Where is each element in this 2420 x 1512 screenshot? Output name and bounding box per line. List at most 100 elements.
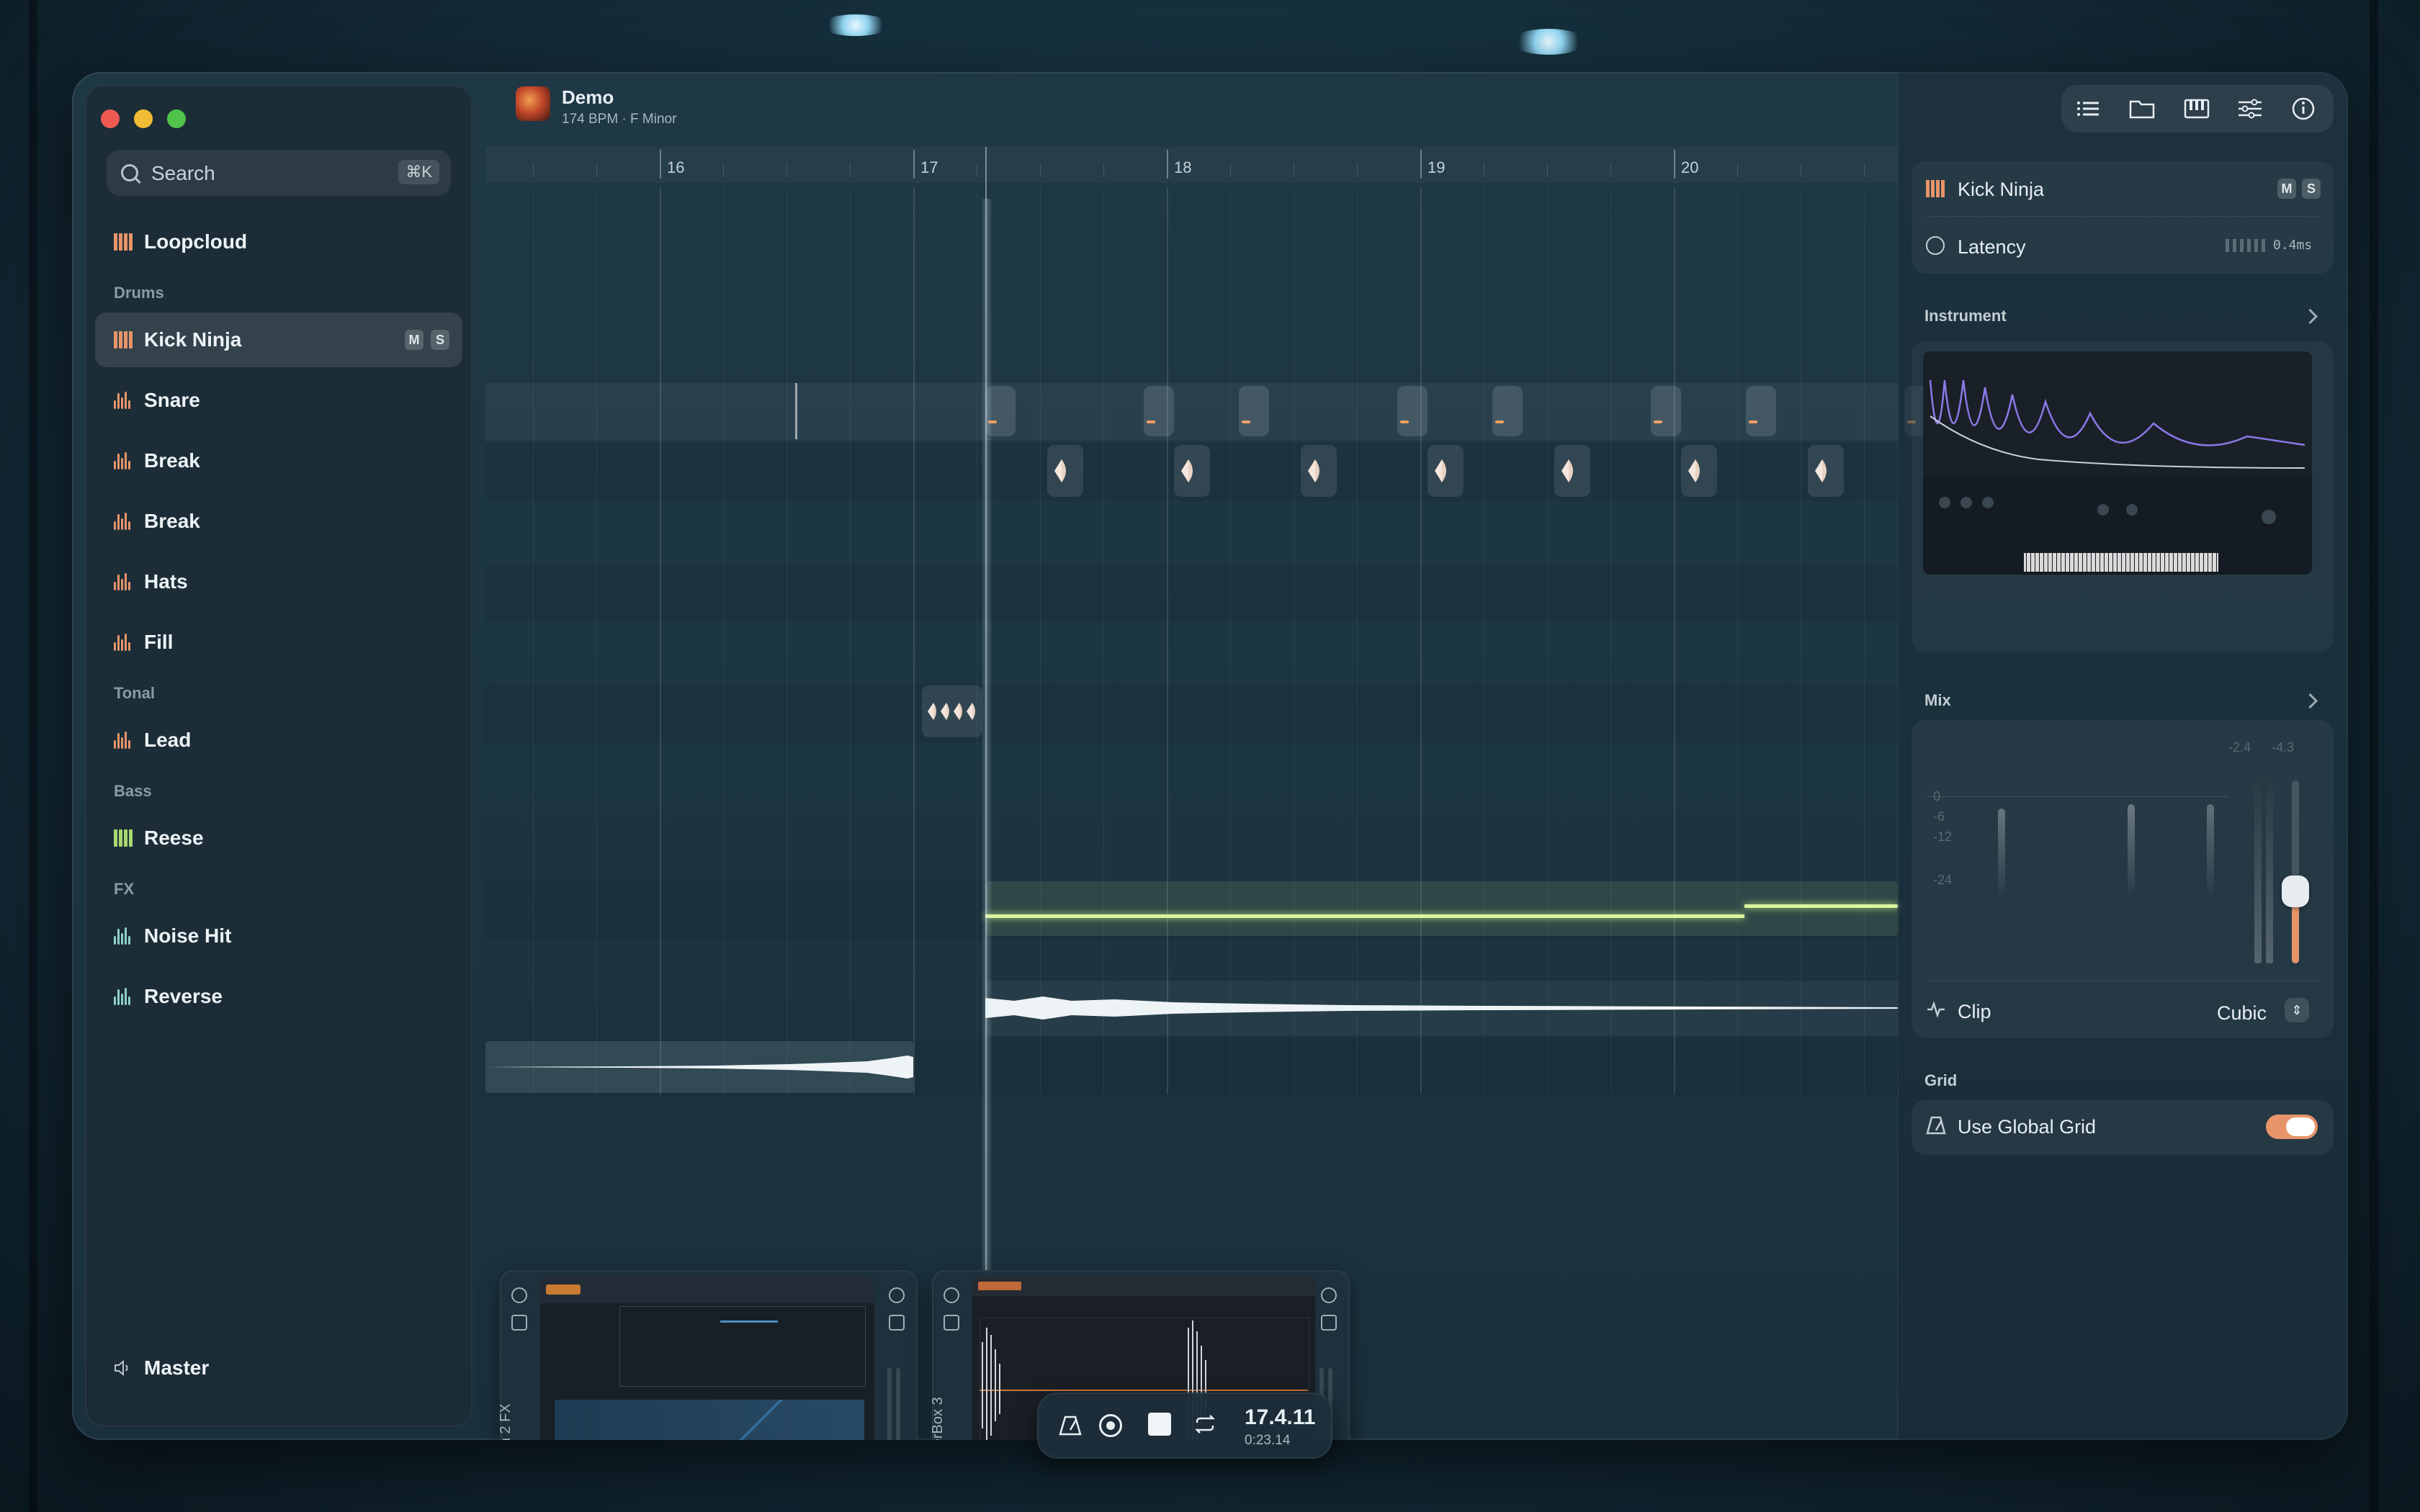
- audio-clip[interactable]: [1428, 445, 1464, 497]
- sidebar-item-noise-hit[interactable]: Noise Hit: [95, 909, 462, 963]
- plugin-io-icon[interactable]: [944, 1315, 959, 1331]
- sidebar-item-reverse[interactable]: Reverse: [95, 969, 462, 1024]
- sidebar-item-loopcloud[interactable]: Loopcloud: [95, 215, 462, 269]
- list-icon[interactable]: [2074, 95, 2103, 122]
- audio-clip[interactable]: [1554, 445, 1590, 497]
- bar-number: 17: [920, 158, 938, 176]
- close-window-button[interactable]: [101, 109, 120, 128]
- instrument-preview[interactable]: [1912, 341, 2334, 652]
- level-meter: [2266, 780, 2273, 963]
- audio-clip[interactable]: [1808, 445, 1844, 497]
- track-lane-break[interactable]: [485, 504, 1899, 562]
- midi-clip-reese[interactable]: [985, 881, 1899, 936]
- midi-clip[interactable]: [1144, 386, 1174, 436]
- toggle-knob: [2286, 1117, 2315, 1136]
- audio-clip-fill[interactable]: [922, 685, 982, 737]
- plugin-io-icon[interactable]: [511, 1315, 527, 1331]
- power-icon[interactable]: [511, 1287, 527, 1303]
- transport-time: 0:23.14: [1245, 1433, 1291, 1448]
- piano-icon[interactable]: [2182, 95, 2211, 122]
- midi-clip[interactable]: [1397, 386, 1428, 436]
- plugin-name: ShaperBox 3: [932, 1397, 946, 1440]
- mute-button[interactable]: M: [2277, 179, 2296, 199]
- midi-clip[interactable]: [1651, 386, 1681, 436]
- menu-icon[interactable]: [1321, 1315, 1337, 1331]
- track-lane-lead[interactable]: [485, 783, 1899, 841]
- latency-row: Latency 0.4ms: [1912, 219, 2334, 274]
- playhead[interactable]: [981, 199, 992, 1279]
- plugin-screen[interactable]: [540, 1277, 874, 1440]
- transport-position[interactable]: 17.4.11: [1245, 1405, 1315, 1430]
- plugin-window-serum[interactable]: Serum 2 FX: [500, 1270, 918, 1440]
- audio-clip-noise-hit[interactable]: [985, 981, 1899, 1035]
- midi-clip[interactable]: [1239, 386, 1269, 436]
- sidebar-section-fx: FX: [114, 880, 135, 898]
- loop-icon[interactable]: [1193, 1413, 1217, 1439]
- track-lane-fill[interactable]: [485, 685, 1899, 743]
- audio-clip[interactable]: [1174, 445, 1210, 497]
- transport-bar: 17.4.11 0:23.14: [1037, 1392, 1332, 1459]
- sidebar-item-label: Reese: [144, 827, 204, 849]
- waveform-icon: [114, 392, 133, 409]
- sidebar-item-label: Reverse: [144, 985, 223, 1007]
- global-grid-toggle[interactable]: [2266, 1115, 2318, 1139]
- ceiling-light: [821, 14, 890, 36]
- metronome-icon[interactable]: [1059, 1414, 1082, 1441]
- audio-clip[interactable]: [1047, 445, 1083, 497]
- sliders-icon[interactable]: [2236, 95, 2264, 122]
- clip-mode-stepper[interactable]: ⇕: [2285, 998, 2309, 1022]
- zoom-window-button[interactable]: [167, 109, 186, 128]
- sidebar-item-break[interactable]: Break: [95, 433, 462, 488]
- settings-icon[interactable]: [889, 1287, 905, 1303]
- stop-button[interactable]: [1148, 1413, 1171, 1436]
- sidebar-item-break-2[interactable]: Break: [95, 494, 462, 549]
- fader-handle[interactable]: [2282, 876, 2309, 907]
- sidebar-item-snare[interactable]: Snare: [95, 373, 462, 428]
- info-icon[interactable]: [2289, 95, 2318, 122]
- audio-clip-reverse[interactable]: [485, 1041, 913, 1093]
- waveform-icon: [114, 573, 133, 590]
- record-button[interactable]: [1099, 1414, 1122, 1437]
- sidebar-item-hats[interactable]: Hats: [95, 554, 462, 609]
- audio-clip[interactable]: [1681, 445, 1717, 497]
- sidebar-item-lead[interactable]: Lead: [95, 713, 462, 768]
- timeline-ruler[interactable]: 16 17 18 19 20: [485, 147, 1899, 183]
- settings-icon[interactable]: [1321, 1287, 1337, 1303]
- volume-fader[interactable]: [2282, 780, 2309, 963]
- sidebar-item-kick-ninja[interactable]: Kick Ninja M S: [95, 312, 462, 367]
- mix-card: -2.4 -4.3 0 -6 -12 -24 Clip Cubic ⇕: [1912, 720, 2334, 1038]
- mute-button[interactable]: M: [405, 330, 424, 350]
- midi-clip[interactable]: [1492, 386, 1523, 436]
- app-window: Search ⌘K Loopcloud Drums Kick Ninja M S…: [72, 72, 2348, 1440]
- sidebar-item-fill[interactable]: Fill: [95, 615, 462, 670]
- solo-button[interactable]: S: [431, 330, 449, 350]
- project-tempo-key: 174 BPM · F Minor: [562, 112, 677, 127]
- folder-icon[interactable]: [2128, 95, 2156, 122]
- solo-button[interactable]: S: [2302, 179, 2321, 199]
- track-lane-hats[interactable]: [485, 625, 1899, 683]
- clip-mode-value[interactable]: Cubic: [2217, 1002, 2267, 1025]
- audio-clip[interactable]: [1301, 445, 1337, 497]
- project-artwork[interactable]: [516, 86, 550, 121]
- menu-icon[interactable]: [889, 1315, 905, 1331]
- sidebar-item-reese[interactable]: Reese: [95, 811, 462, 865]
- search-input[interactable]: Search ⌘K: [107, 150, 451, 196]
- piano-icon: [1926, 180, 1945, 197]
- peak-label: -2.4: [2228, 740, 2251, 755]
- grid-section-title: Grid: [1924, 1071, 1958, 1089]
- track-lane-kick-ninja[interactable]: [485, 383, 1899, 441]
- arrangement-area[interactable]: [485, 187, 1953, 1097]
- track-name-row[interactable]: Kick Ninja M S: [1912, 161, 2334, 216]
- waveform-icon: [114, 732, 133, 749]
- power-icon[interactable]: [944, 1287, 959, 1303]
- track-lane-break-2[interactable]: [485, 564, 1899, 622]
- sidebar-item-label: Hats: [144, 570, 188, 593]
- search-placeholder: Search: [151, 162, 215, 184]
- sidebar-section-drums: Drums: [114, 284, 164, 302]
- sidebar-item-master[interactable]: Master: [95, 1341, 462, 1395]
- inspector-toolbar: [2061, 85, 2334, 132]
- speaker-icon: [114, 1359, 133, 1377]
- minimize-window-button[interactable]: [134, 109, 153, 128]
- midi-clip[interactable]: [1746, 386, 1776, 436]
- clip-row: Clip Cubic ⇕: [1912, 984, 2334, 1038]
